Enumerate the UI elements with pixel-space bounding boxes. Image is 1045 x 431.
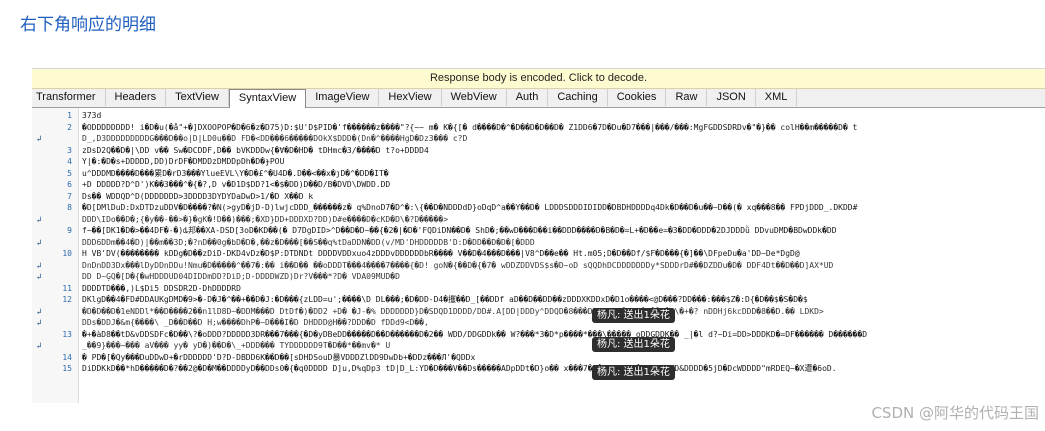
- syntax-view-editor[interactable]: 1 373d 2 �ODDDDDDDD! i�D�u(�å"+�]DXOOPOP�D�…: [32, 108, 1045, 403]
- code-text: Ds�� WDDQD^D(DDDDDDD>3DDDD3DYDYDaDwD>1/�…: [82, 191, 314, 201]
- tab-cookies[interactable]: Cookies: [608, 89, 667, 106]
- code-line: 2 �ODDDDDDDD! i�D�u(�å"+�]DXOOPOP�D�6�z�D…: [32, 122, 1045, 133]
- code-text: DDDDTD���,)L$Di5 DDSDR2D-DhDDDDRD: [82, 283, 241, 293]
- code-text: � PD�[�Qy���DuDDwD+�rDDDDDD'D?D-DBDD6K��…: [82, 352, 476, 362]
- tooltip-1: 杨凡: 送出1朵花: [592, 308, 675, 323]
- code-text: �ODDDDDDDD! i�D�u(�å"+�]DXOOPOP�D�6�z�D7…: [82, 122, 858, 132]
- code-text: f~��[DK1�D�>��4DF�-�)ȡ邦��XA-DSD[3oD�KD��…: [82, 226, 837, 235]
- wrap-arrow-icon: ↲: [36, 306, 42, 316]
- line-number: 4: [67, 157, 72, 166]
- line-number: 15: [62, 364, 72, 373]
- line-number: 9: [67, 226, 72, 235]
- code-text: zDsD2Q��D�|\DD v�� Sw�DCDDF,D�� bVKDDDw{…: [82, 145, 429, 155]
- code-line: 3 zDsD2Q��D�|\DD v�� Sw�DCDDF,D�� bVKDDDw…: [32, 145, 1045, 156]
- code-text: DD D~ĢQ�[D�{�wHDDDUD04DIDDmDD?DiD;D-DDDD…: [82, 272, 400, 281]
- code-line: ↲ _��9}���~��� aV��� yy� yD�)��D�\_+DDD��…: [32, 340, 1045, 351]
- line-number: 14: [62, 352, 72, 362]
- code-text: H VB'DV(�������� kDDg�D��zDiD-DKD4vDz�D$…: [82, 249, 800, 258]
- tab-hexview[interactable]: HexView: [379, 89, 442, 106]
- tooltip-3: 杨凡: 送出1朵花: [592, 365, 675, 380]
- code-text: �+�àD8��tD&vDDSDFc�D��\?�oDDD?DDDDD3DR��…: [82, 329, 868, 339]
- csdn-watermark: CSDN @阿华的代码王国: [871, 404, 1039, 422]
- line-number: 5: [67, 168, 72, 178]
- code-line: ↲ DDs�DDJ�&m{����\ _D��D��D H;w����DhP�~D…: [32, 317, 1045, 328]
- code-line: 10 H VB'DV(�������� kDDg�D��zDiD-DKD4vDz�…: [32, 248, 1045, 259]
- line-number: 7: [67, 191, 72, 201]
- code-line: ↲ D_,D3DDDDDDDDDG���D��o|D|LD0u��D FD�<DD…: [32, 133, 1045, 144]
- code-text: DDs�DDJ�&m{����\ _D��D��D H;w����DhP�~D�…: [82, 318, 429, 327]
- code-line: 9 f~��[DK1�D�>��4DF�-�)ȡ邦��XA-DSD[3oD�KD�…: [32, 225, 1045, 236]
- code-text: D_,D3DDDDDDDDDG���D��o|D|LD0u��D FD�<DD�…: [82, 134, 468, 143]
- line-number: 13: [62, 329, 72, 339]
- decode-banner[interactable]: Response body is encoded. Click to decod…: [32, 69, 1045, 89]
- tab-textview[interactable]: TextView: [166, 89, 229, 106]
- line-number: 8: [67, 203, 72, 212]
- code-line: 1 373d: [32, 110, 1045, 121]
- wrap-arrow-icon: ↲: [36, 237, 42, 247]
- code-text: u^DDDMD����D���累D�rD3���YlueEVL\Y�D�£^�U…: [82, 168, 389, 178]
- wrap-arrow-icon: ↲: [36, 341, 42, 350]
- tooltip-2: 杨凡: 送出1朵花: [592, 337, 675, 352]
- wrap-arrow-icon: ↲: [36, 318, 42, 327]
- code-text: �D�D��D�1eNDDl*��D����2��n1lD8D~�DDM���D…: [82, 306, 824, 316]
- code-line: 11 DDDDTD���,)L$Di5 DDSDR2D-DhDDDDRD: [32, 283, 1045, 294]
- code-line: 12 DKlgD��4�FD#DDAUKgDMD�9>�-D�J�^��+��D�…: [32, 294, 1045, 305]
- code-text: DDD\IDo��D�;{�y��-��>�}�gK�!D��)���;�XD}…: [82, 214, 449, 224]
- line-number: 6: [67, 180, 72, 189]
- code-text: +D DDDDD?D^D')K��3���^�{�?,D v�D1D$DD?1<…: [82, 180, 391, 189]
- inspector-tabs: Transformer Headers TextView SyntaxView Imag…: [32, 89, 1045, 108]
- tab-transformer[interactable]: Transformer: [32, 89, 106, 106]
- line-number: 1: [67, 111, 72, 120]
- fiddler-response-panel: Response body is encoded. Click to decod…: [32, 68, 1045, 403]
- code-line: 15 DiDDKkD��*hD�����D�?��2@�D�M��DDDDyD��…: [32, 363, 1045, 374]
- code-line: ↲ DDD6DDm��4�D)|��m��3D;�?nD��0g�bD�D�,��…: [32, 237, 1045, 248]
- code-line: ↲ DnDnDD3Dx���lDyDDnDDu!Nmu�D�����^��7�:�…: [32, 260, 1045, 271]
- code-line: ↲ DDD\IDo��D�;{�y��-��>�}�gK�!D��)���;�XD…: [32, 214, 1045, 225]
- code-line: ↲ �D�D��D�1eNDDl*��D����2��n1lD8D~�DDM���…: [32, 306, 1045, 317]
- code-line: 6 +D DDDDD?D^D')K��3���^�{�?,D v�D1D$DD?1…: [32, 179, 1045, 190]
- code-text: �D[DMlDuD:DxDTDzuDDV�D����?�N(>gyD�jD-D)…: [82, 203, 858, 212]
- code-line: 4 Y|�:�D�s+DDDDD,DD)DrDF�DMDDzDMDDpDh�D�ɟ…: [32, 156, 1045, 167]
- page-heading: 右下角响应的明细: [20, 15, 156, 35]
- tab-caching[interactable]: Caching: [548, 89, 608, 106]
- wrap-arrow-icon: ↲: [36, 134, 42, 143]
- tab-syntaxview[interactable]: SyntaxView: [228, 89, 307, 108]
- code-text: Y|�:�D�s+DDDDD,DD)DrDF�DMDDzDMDDpDh�D�ɟP…: [82, 157, 285, 166]
- wrap-arrow-icon: ↲: [36, 260, 42, 270]
- tab-webview[interactable]: WebView: [442, 89, 507, 106]
- code-text: DiDDKkD��*hD�����D�?��2@�D�M��DDDDyD��DD…: [82, 364, 837, 373]
- code-line: 14 � PD�[�Qy���DuDDwD+�rDDDDDD'D?D-DBDD6K…: [32, 352, 1045, 363]
- code-line: 8 �D[DMlDuD:DxDTDzuDDV�D����?�N(>gyD�jD-D…: [32, 202, 1045, 213]
- code-line: 5 u^DDDMD����D���累D�rD3���YlueEVL\Y�D�£^�…: [32, 168, 1045, 179]
- tab-json[interactable]: JSON: [707, 89, 756, 106]
- line-number: 12: [62, 295, 72, 304]
- code-text: 373d: [82, 111, 102, 120]
- line-number: 2: [67, 122, 72, 132]
- code-text: _��9}���~��� aV��� yy� yD�)��D�\_+DDD���…: [82, 341, 391, 350]
- tab-auth[interactable]: Auth: [507, 89, 549, 106]
- code-line: 7 Ds�� WDDQD^D(DDDDDDD>3DDDD3DYDYDaDwD>1/…: [32, 191, 1045, 202]
- tab-xml[interactable]: XML: [756, 89, 798, 106]
- code-line: ↲ DD D~ĢQ�[D�{�wHDDDUD04DIDDmDD?DiD;D-DDD…: [32, 271, 1045, 282]
- code-line: 13 �+�àD8��tD&vDDSDFc�D��\?�oDDD?DDDDD3DR…: [32, 329, 1045, 340]
- code-text: DKlgD��4�FD#DDAUKgDMD�9>�-D�J�^��+��D�J:…: [82, 295, 808, 304]
- line-number: 11: [62, 283, 72, 293]
- code-text: DnDnDD3Dx���lDyDDnDDu!Nmu�D�����^��7�:��…: [82, 260, 834, 270]
- tab-imageview[interactable]: ImageView: [306, 89, 380, 106]
- line-number: 10: [62, 249, 72, 258]
- wrap-arrow-icon: ↲: [36, 214, 42, 224]
- wrap-arrow-icon: ↲: [36, 272, 42, 281]
- line-number: 3: [67, 145, 72, 155]
- tab-headers[interactable]: Headers: [106, 89, 167, 106]
- code-text: DDD6DDm��4�D)|��m��3D;�?nD��0g�bD�D�,��z…: [82, 237, 535, 247]
- tab-raw[interactable]: Raw: [666, 89, 708, 106]
